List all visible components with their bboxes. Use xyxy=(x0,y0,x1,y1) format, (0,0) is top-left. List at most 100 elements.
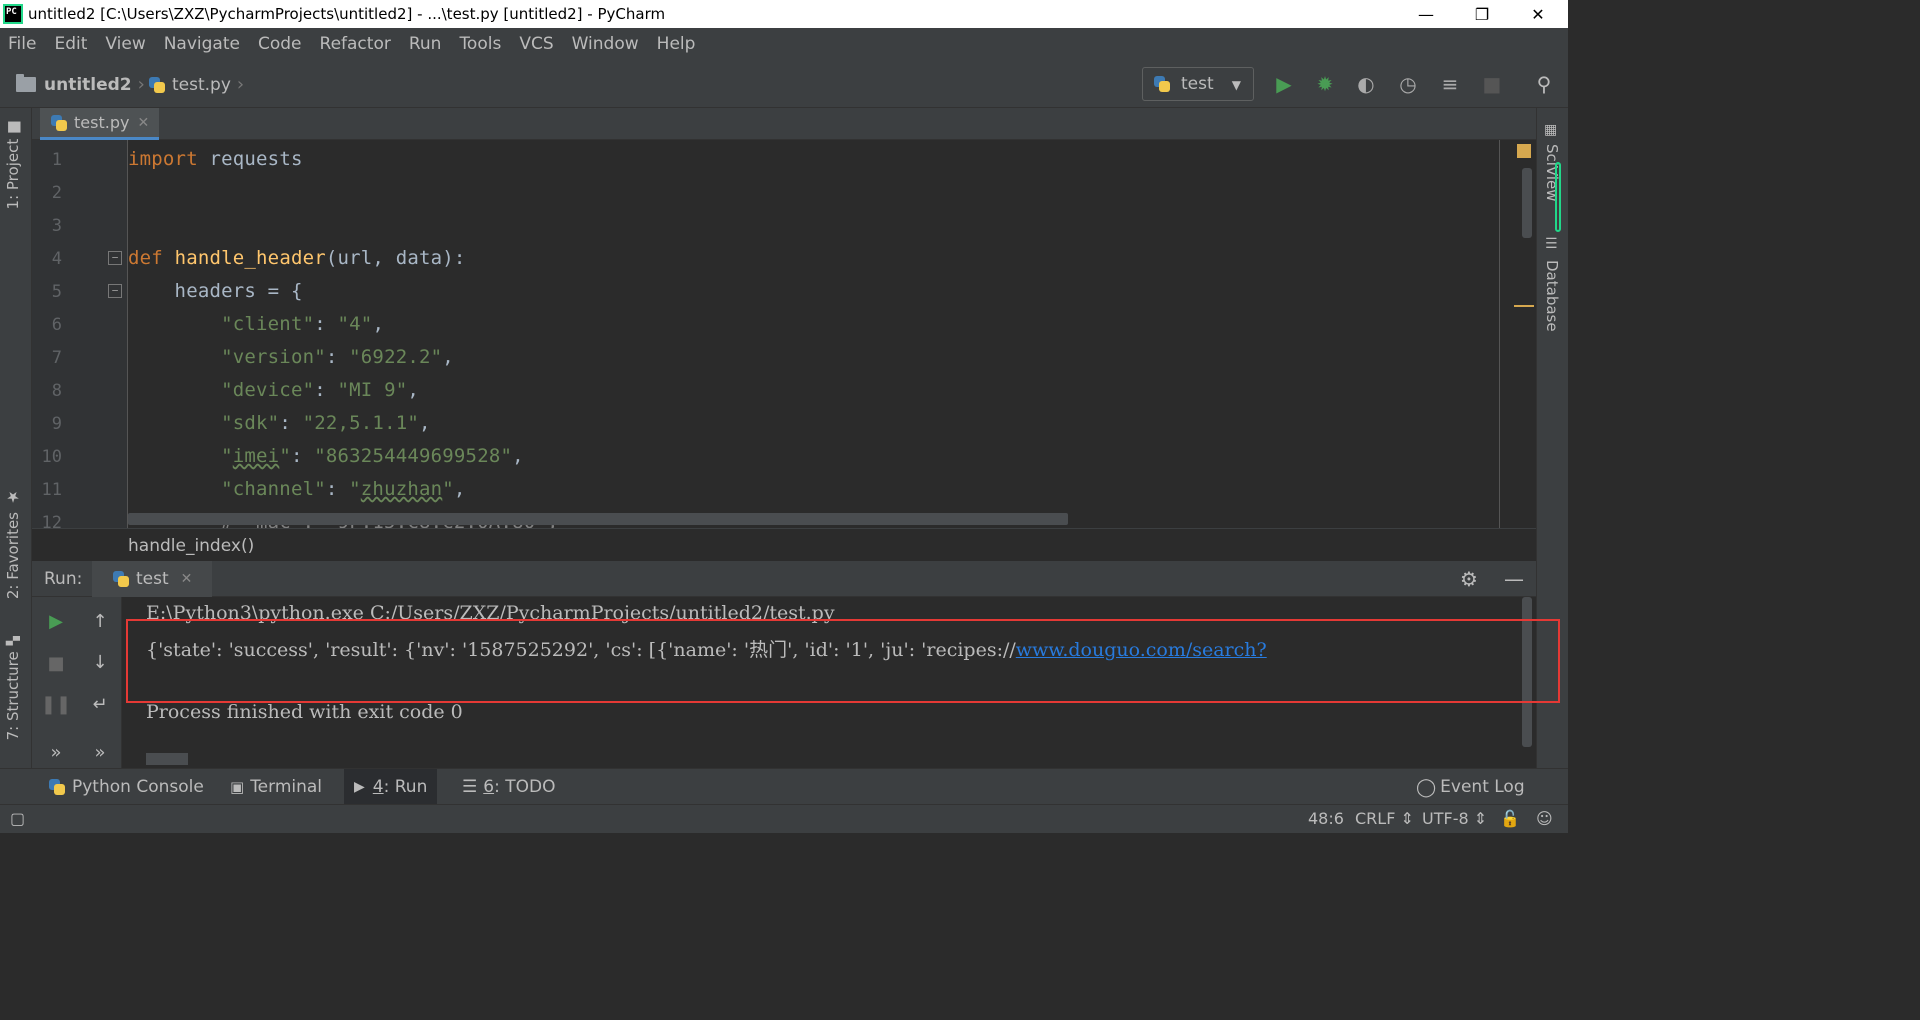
python-console-icon xyxy=(48,778,66,796)
search-icon[interactable]: ⚲ xyxy=(1532,72,1556,96)
close-tab-icon[interactable]: ✕ xyxy=(137,115,149,131)
breadcrumb-file[interactable]: test.py › xyxy=(148,74,248,95)
fold-icon[interactable]: − xyxy=(108,251,122,265)
string: "22,5.1.1" xyxy=(302,412,419,434)
menu-view[interactable]: View xyxy=(105,34,145,54)
python-file-icon xyxy=(148,76,166,94)
menu-run[interactable]: Run xyxy=(409,34,442,54)
chevron-right-icon: › xyxy=(236,74,245,95)
menu-tools[interactable]: Tools xyxy=(459,34,501,54)
line-number: 8 xyxy=(51,381,62,401)
tool-favorites[interactable]: 2: Favorites ★ xyxy=(4,488,22,599)
function-breadcrumb[interactable]: handle_index() xyxy=(128,536,254,556)
debug-icon[interactable]: ✹ xyxy=(1313,72,1337,96)
inspection-status-icon[interactable] xyxy=(1517,144,1531,158)
tool-structure-label: 7: Structure xyxy=(4,651,22,741)
code-line-1: import requests xyxy=(128,148,303,170)
gear-icon[interactable]: ⚙ xyxy=(1460,567,1478,591)
run-label: Run: xyxy=(44,569,83,589)
more-icon[interactable]: » xyxy=(88,740,112,764)
menu-vcs[interactable]: VCS xyxy=(519,34,553,54)
tab-event-log[interactable]: ◯ Event Log xyxy=(1406,769,1535,805)
terminal-icon: ▣ xyxy=(230,778,245,796)
tab-mnemonic: 6 xyxy=(483,777,495,797)
code-line-4: def handle_header(url, data): xyxy=(128,247,466,269)
menu-file[interactable]: File xyxy=(8,34,36,54)
menu-navigate[interactable]: Navigate xyxy=(164,34,240,54)
tool-structure[interactable]: 7: Structure ▚ xyxy=(4,636,22,740)
stop-icon[interactable]: ■ xyxy=(1480,72,1504,96)
console-horizontal-scrollbar[interactable] xyxy=(146,753,188,765)
string: "client" xyxy=(128,313,315,335)
error-stripe-marker[interactable] xyxy=(1514,305,1534,307)
string: "6922.2" xyxy=(349,346,443,368)
fold-icon[interactable]: − xyxy=(108,284,122,298)
lock-icon[interactable]: 🔓 xyxy=(1500,809,1520,828)
line-number: 5 xyxy=(51,282,62,302)
tab-run[interactable]: ▶ 4: Run xyxy=(344,769,438,805)
tab-todo[interactable]: ☰ 6: TODO xyxy=(452,769,565,805)
caret-position[interactable]: 48:6 xyxy=(1308,809,1344,828)
code-editor[interactable]: 1 2 3 4 5 6 7 8 9 10 11 12 − − import re… xyxy=(32,140,1536,528)
line-separator[interactable]: CRLF ⇕ xyxy=(1355,809,1414,828)
run-config-select[interactable]: test ▼ xyxy=(1142,67,1254,101)
more-icon[interactable]: » xyxy=(44,740,68,764)
run-tab-test[interactable]: test ✕ xyxy=(92,561,213,597)
window-title: untitled2 [C:\Users\ZXZ\PycharmProjects\… xyxy=(28,5,666,23)
file-encoding[interactable]: UTF-8 ⇕ xyxy=(1422,809,1487,828)
tab-test-py[interactable]: test.py ✕ xyxy=(40,108,160,140)
code-line-11: "channel": "zhuzhan", xyxy=(128,478,466,500)
line-number: 3 xyxy=(51,216,62,236)
arrow-up-icon[interactable]: ↑ xyxy=(88,609,112,633)
tab-label: : Run xyxy=(383,777,428,797)
code-line-8: "device": "MI 9", xyxy=(128,379,419,401)
minimize-panel-icon[interactable]: — xyxy=(1504,567,1524,591)
line-number: 10 xyxy=(41,447,62,467)
status-bar: ▢ 48:6 CRLF ⇕ UTF-8 ⇕ 🔓 ☺ xyxy=(0,804,1568,833)
close-tab-icon[interactable]: ✕ xyxy=(181,571,193,587)
title-bar: PC untitled2 [C:\Users\ZXZ\PycharmProjec… xyxy=(0,0,1568,28)
inspector-icon[interactable]: ☺ xyxy=(1536,809,1553,828)
menu-refactor[interactable]: Refactor xyxy=(320,34,391,54)
profile-icon[interactable]: ◷ xyxy=(1396,72,1420,96)
menu-help[interactable]: Help xyxy=(657,34,696,54)
rerun-icon[interactable]: ▶ xyxy=(44,609,68,633)
string: " xyxy=(349,478,361,500)
concurrency-icon[interactable]: ≡ xyxy=(1438,72,1462,96)
tool-project-label: 1: Project xyxy=(4,138,22,210)
minimize-button[interactable]: — xyxy=(1398,0,1454,28)
console-exit-message: Process finished with exit code 0 xyxy=(146,701,463,723)
line-number: 4 xyxy=(51,249,62,269)
code-line-5: headers = { xyxy=(128,280,303,302)
restore-button[interactable]: ❐ xyxy=(1454,0,1510,28)
close-window-button[interactable]: ✕ xyxy=(1510,0,1566,28)
tool-database[interactable]: Database xyxy=(1543,260,1561,332)
run-tab-label: test xyxy=(136,569,169,589)
encoding-label: UTF-8 xyxy=(1422,809,1469,828)
pause-icon[interactable]: ❚❚ xyxy=(41,692,71,716)
soft-wrap-icon[interactable]: ↵ xyxy=(88,692,112,716)
run-icon[interactable]: ▶ xyxy=(1272,72,1296,96)
database-icon: ☰ xyxy=(1545,236,1558,252)
toggle-tool-windows-icon[interactable]: ▢ xyxy=(10,809,25,828)
editor-vertical-scrollbar[interactable] xyxy=(1522,168,1532,238)
breadcrumb-project[interactable]: untitled2 › xyxy=(16,74,149,95)
tab-label: : TODO xyxy=(494,777,556,797)
keyword: def xyxy=(128,247,163,269)
run-toolbar: ▶ ■ ❚❚ » ↑ ↓ ↵ » xyxy=(32,597,122,768)
menu-edit[interactable]: Edit xyxy=(54,34,87,54)
python-icon xyxy=(112,570,130,588)
coverage-icon[interactable]: ◐ xyxy=(1354,72,1378,96)
menu-window[interactable]: Window xyxy=(572,34,639,54)
menu-code[interactable]: Code xyxy=(258,34,302,54)
tab-terminal[interactable]: ▣ Terminal xyxy=(220,769,332,805)
editor-horizontal-scrollbar[interactable] xyxy=(128,513,1068,525)
string: "device" xyxy=(128,379,315,401)
arrow-down-icon[interactable]: ↓ xyxy=(88,650,112,674)
typo-string: imei xyxy=(232,445,280,467)
python-file-icon xyxy=(50,114,68,132)
tab-python-console[interactable]: Python Console xyxy=(38,769,214,805)
tool-project[interactable]: 1: Project ▆ xyxy=(4,122,22,209)
stop-icon[interactable]: ■ xyxy=(44,651,68,675)
chevron-right-icon: › xyxy=(137,74,145,95)
